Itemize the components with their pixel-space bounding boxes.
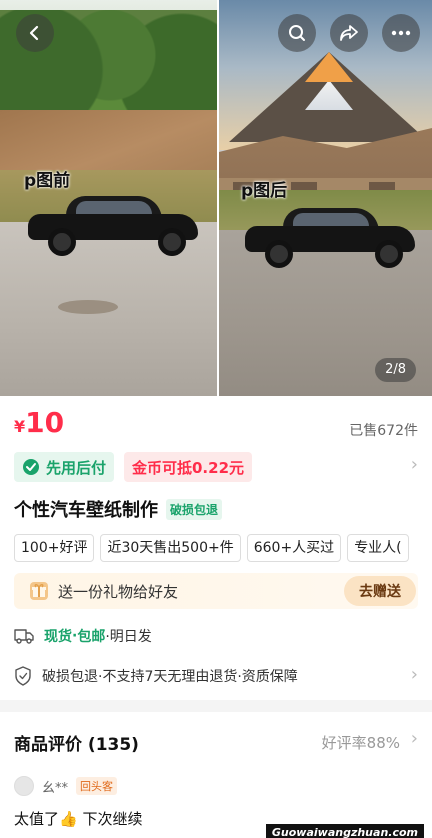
product-title: 个性汽车壁纸制作 [14, 500, 158, 521]
repeat-customer-badge: 回头客 [76, 777, 118, 795]
before-label: p图前 [24, 171, 71, 191]
more-button[interactable] [382, 14, 420, 52]
shield-check-icon [15, 666, 31, 686]
back-button[interactable] [16, 14, 54, 52]
review-username: 幺** [42, 780, 69, 796]
image-counter: 2/8 [375, 358, 416, 382]
section-divider [0, 700, 432, 712]
chevron-right-icon[interactable]: › [411, 664, 418, 685]
price-value: 10 [25, 406, 65, 439]
car-image [28, 196, 198, 256]
positive-rate[interactable]: 好评率88% [322, 732, 400, 753]
pay-later-badge[interactable]: 先用后付 [14, 452, 115, 482]
gift-text: 送一份礼物给好友 [58, 582, 179, 601]
highlight-chips: 100+好评 近30天售出500+件 660+人买过 专业人( [14, 534, 432, 564]
title-tag: 破损包退 [166, 498, 223, 520]
chevron-right-icon[interactable]: › [411, 728, 418, 749]
chip: 100+好评 [14, 534, 95, 562]
delivery-row[interactable]: 现货 · 包邮 ·明日发 [14, 626, 152, 646]
truck-icon [14, 629, 34, 644]
back-arrow-icon [29, 25, 39, 41]
coin-discount-label: 金币可抵0.22元 [132, 458, 245, 477]
chevron-right-icon[interactable]: › [411, 454, 418, 475]
pay-later-label: 先用后付 [46, 458, 107, 477]
car-image [245, 208, 415, 268]
watermark: Guowaiwangzhuan.com [265, 824, 424, 838]
share-button[interactable] [330, 14, 368, 52]
check-shield-icon [23, 459, 39, 475]
search-button[interactable] [278, 14, 316, 52]
product-title-row: 个性汽车壁纸制作 破损包退 [14, 496, 223, 522]
more-dots-icon [391, 30, 411, 36]
currency-symbol: ¥ [14, 417, 26, 436]
gift-icon [30, 582, 48, 600]
after-label: p图后 [241, 181, 288, 201]
delivery-stock: 现货 [44, 629, 72, 645]
reviews-title[interactable]: 商品评价 (135) [14, 730, 139, 755]
price: ¥10 [14, 406, 64, 439]
coin-discount-badge[interactable]: 金币可抵0.22元 [124, 452, 253, 482]
chip: 专业人( [347, 534, 409, 562]
review-user: 幺** 回头客 [14, 776, 118, 796]
avatar [14, 776, 34, 796]
review-text: 太值了👍 下次继续 [14, 810, 143, 828]
chip: 近30天售出500+件 [100, 534, 241, 562]
sold-count: 已售672件 [349, 423, 418, 439]
chip: 660+人买过 [246, 534, 342, 562]
after-image: p图后 [219, 0, 432, 396]
guarantee-text: 破损包退·不支持7天无理由退货·资质保障 [42, 669, 298, 685]
delivery-time: ·明日发 [105, 629, 152, 645]
guarantee-row[interactable]: 破损包退·不支持7天无理由退货·资质保障 [14, 666, 298, 686]
product-image-gallery[interactable]: p图前 p图后 2/8 [0, 0, 432, 396]
gift-button[interactable]: 去赠送 [344, 576, 416, 606]
delivery-free: 包邮 [77, 629, 106, 645]
before-image: p图前 [0, 0, 217, 396]
gift-banner[interactable]: 送一份礼物给好友 去赠送 [14, 573, 418, 609]
share-icon [340, 25, 358, 41]
product-info-card: ¥10 已售672件 先用后付 金币可抵0.22元 › 个性汽车壁纸制作 破损包… [0, 396, 432, 700]
search-icon [289, 25, 305, 41]
reviews-section: 商品评价 (135) 好评率88% › 幺** 回头客 太值了👍 下次继续 Gu… [0, 712, 432, 838]
